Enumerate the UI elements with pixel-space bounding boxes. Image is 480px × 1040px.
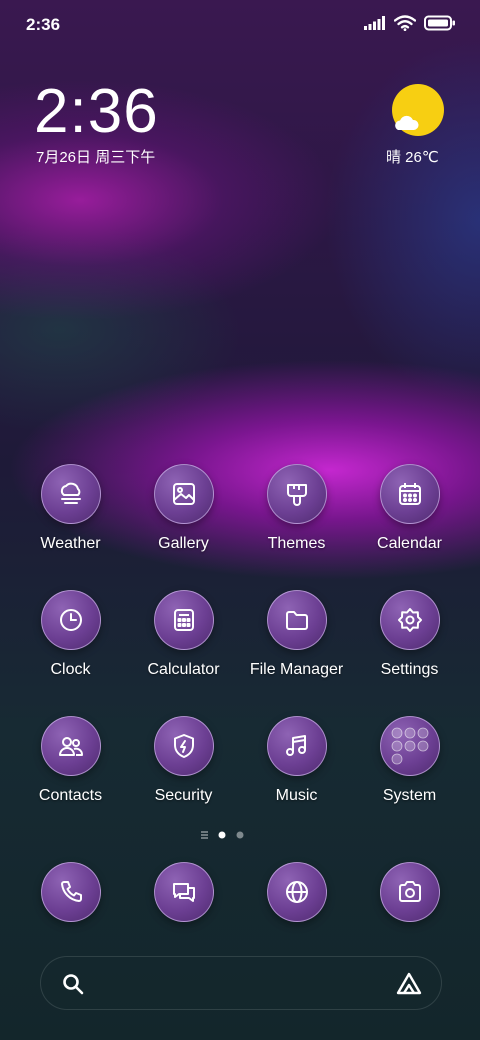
- app-folder-system[interactable]: System: [353, 716, 466, 805]
- app-calculator[interactable]: Calculator: [127, 590, 240, 679]
- app-security[interactable]: Security: [127, 716, 240, 805]
- app-label: File Manager: [249, 661, 344, 678]
- app-clock[interactable]: Clock: [14, 590, 127, 679]
- app-gallery[interactable]: Gallery: [127, 464, 240, 553]
- themes-icon: [286, 484, 307, 506]
- folder-grid-icon: [391, 727, 428, 765]
- cloud-icon: [395, 115, 419, 130]
- search-bar[interactable]: [40, 956, 442, 1010]
- gallery-icon: [172, 483, 195, 505]
- clock-widget-time[interactable]: 2:36: [34, 76, 159, 147]
- search-icon[interactable]: [61, 972, 85, 996]
- app-label: Calendar: [377, 535, 442, 552]
- status-time: 2:36: [26, 15, 61, 34]
- app-label: Music: [275, 787, 318, 804]
- app-label: System: [382, 787, 437, 804]
- list-pages-icon: [201, 831, 208, 839]
- dock-phone[interactable]: [14, 862, 127, 922]
- dock-browser[interactable]: [240, 862, 353, 922]
- clock-icon: [59, 609, 82, 631]
- app-music[interactable]: Music: [240, 716, 353, 805]
- calendar-icon: [398, 483, 421, 505]
- music-icon: [285, 735, 306, 756]
- app-settings[interactable]: Settings: [353, 590, 466, 679]
- app-label: Weather: [40, 535, 101, 552]
- app-calendar[interactable]: Calendar: [353, 464, 466, 553]
- clock-widget-date: 7月26日 周三下午: [36, 149, 156, 166]
- calculator-icon: [173, 609, 194, 631]
- gear-icon: [397, 608, 422, 632]
- app-label: Settings: [380, 661, 439, 678]
- contacts-icon: [58, 737, 83, 756]
- page-dot-active: [218, 831, 226, 839]
- app-label: Clock: [50, 661, 91, 678]
- shield-icon: [173, 734, 194, 758]
- app-label: Contacts: [38, 787, 103, 804]
- assistant-icon[interactable]: [395, 971, 423, 997]
- weather-icon: [60, 482, 81, 504]
- app-label: Security: [154, 787, 213, 804]
- app-themes[interactable]: Themes: [240, 464, 353, 553]
- camera-icon: [398, 881, 421, 902]
- signal-icon: [364, 16, 385, 30]
- app-contacts[interactable]: Contacts: [14, 716, 127, 805]
- app-label: Calculator: [147, 661, 220, 678]
- status-bar: 2:36: [0, 0, 480, 50]
- app-label: Gallery: [158, 535, 209, 552]
- weather-summary: 晴 26℃: [386, 149, 439, 166]
- app-file-manager[interactable]: File Manager: [240, 590, 353, 679]
- page-indicator[interactable]: [0, 828, 480, 842]
- dock-camera[interactable]: [353, 862, 466, 922]
- app-weather[interactable]: Weather: [14, 464, 127, 553]
- battery-icon: [424, 15, 455, 31]
- page-dot: [236, 831, 244, 839]
- wifi-icon: [394, 15, 416, 31]
- dock-messages[interactable]: [127, 862, 240, 922]
- phone-icon: [60, 881, 82, 902]
- app-label: Themes: [267, 535, 326, 552]
- folder-icon: [285, 611, 308, 630]
- messages-icon: [172, 883, 195, 902]
- browser-icon: [285, 881, 308, 903]
